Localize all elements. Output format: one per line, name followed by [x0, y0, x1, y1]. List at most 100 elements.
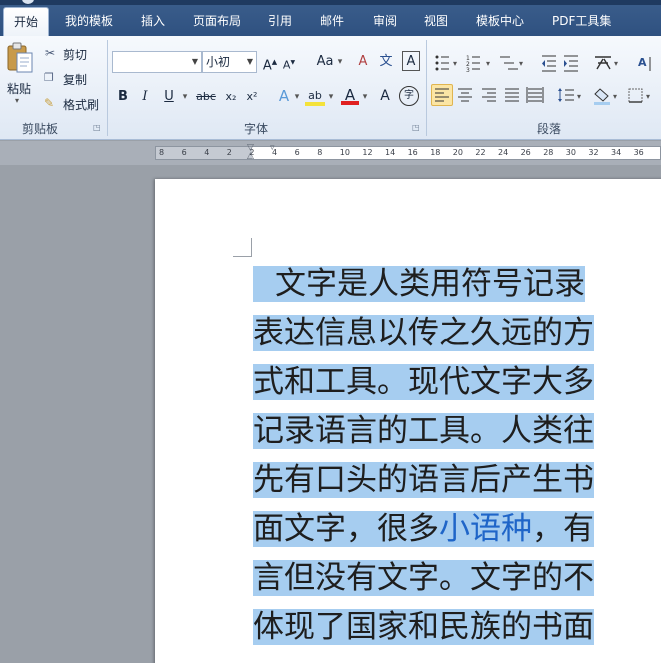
grow-font-button[interactable]: A▲ — [262, 52, 278, 74]
sort-icon[interactable]: A — [638, 56, 647, 69]
underline-button[interactable]: U — [162, 87, 176, 107]
tab-review[interactable]: 审阅 — [373, 7, 397, 36]
text-effects-dropdown-icon[interactable]: ▾ — [293, 87, 301, 107]
enclose-characters-button[interactable]: 字 — [399, 86, 419, 106]
highlight-dropdown-icon[interactable]: ▾ — [327, 87, 335, 107]
multilevel-list-icon[interactable] — [500, 56, 518, 70]
character-shading-button[interactable]: A — [377, 86, 393, 106]
align-left-button[interactable] — [431, 84, 453, 106]
document-line-2[interactable]: 表达信息以传之久远的方 — [253, 311, 594, 355]
font-color-label: A — [344, 86, 356, 104]
tab-page-layout[interactable]: 页面布局 — [193, 7, 241, 36]
italic-button[interactable]: I — [138, 87, 152, 107]
borders-dropdown-icon[interactable]: ▾ — [646, 92, 650, 101]
superscript-button[interactable]: x² — [243, 87, 261, 107]
document-line-1[interactable]: 文字是人类用符号记录 — [253, 262, 585, 306]
ruler-tick-label: 10 — [339, 148, 350, 157]
cut-icon[interactable]: ✂ — [45, 46, 55, 60]
selected-text: 记录语言的工具。人类往 — [253, 413, 594, 449]
selected-text: 言但没有文字。文字的不 — [253, 560, 594, 596]
align-center-icon[interactable] — [458, 88, 472, 102]
change-case-button[interactable]: Aa — [314, 52, 336, 72]
bullets-dropdown-icon[interactable]: ▾ — [453, 59, 457, 68]
decrease-indent-icon[interactable] — [542, 55, 556, 72]
subscript-button[interactable]: x₂ — [222, 87, 240, 107]
distributed-icon[interactable] — [526, 87, 544, 103]
paste-button[interactable]: 粘贴 — [7, 80, 31, 97]
paste-dropdown-arrow-icon[interactable]: ▾ — [15, 96, 19, 105]
tab-stop-marker-icon[interactable]: ▿ — [270, 143, 275, 153]
shrink-font-button[interactable]: A▼ — [282, 53, 296, 73]
strikethrough-button[interactable]: abc — [193, 87, 219, 107]
ruler-tick-label: 16 — [407, 148, 418, 157]
line-spacing-dropdown-icon[interactable]: ▾ — [577, 92, 581, 101]
ruler-tick-label: 6 — [181, 148, 187, 157]
borders-icon[interactable] — [628, 88, 643, 103]
tab-my-templates[interactable]: 我的模板 — [65, 7, 113, 36]
text-segment: 面文字，很多 — [253, 511, 439, 547]
copy-button[interactable]: 复制 — [63, 71, 87, 88]
tab-view[interactable]: 视图 — [424, 7, 448, 36]
ruler-tick-label: 34 — [611, 148, 622, 157]
hanging-indent-marker-icon[interactable]: △ — [247, 151, 254, 161]
justify-icon[interactable] — [505, 88, 519, 102]
multilevel-dropdown-icon[interactable]: ▾ — [519, 59, 523, 68]
document-line-6[interactable]: 面文字，很多小语种，有 — [253, 507, 594, 551]
font-color-button[interactable]: A — [341, 85, 359, 105]
highlight-label: ab — [308, 89, 322, 102]
tab-references[interactable]: 引用 — [268, 7, 292, 36]
font-size-dropdown-icon[interactable]: ▼ — [247, 52, 253, 72]
chinese-layout-icon[interactable] — [595, 56, 611, 70]
ruler-area: 8 6 4 2 2 4 6 8 10 12 14 16 18 20 22 24 26 28 30 32 34 36 ▽ △… — [0, 141, 661, 165]
paragraph-row2-icons: ▾ ▾ ▾ — [458, 87, 650, 105]
document-line-5[interactable]: 先有口头的语言后产生书 — [253, 458, 594, 502]
change-case-dropdown-icon[interactable]: ▾ — [336, 52, 344, 72]
line-spacing-icon[interactable] — [558, 88, 574, 102]
bullets-icon[interactable] — [435, 55, 450, 71]
clear-formatting-label: A — [358, 54, 368, 69]
font-color-dropdown-icon[interactable]: ▾ — [361, 87, 369, 107]
format-painter-icon[interactable]: ✎ — [44, 96, 54, 110]
align-right-icon[interactable] — [482, 88, 496, 102]
group-divider — [426, 40, 427, 136]
document-line-3[interactable]: 式和工具。现代文字大多 — [253, 360, 594, 404]
tab-pdf-tools[interactable]: PDF工具集 — [552, 7, 611, 36]
shading-dropdown-icon[interactable]: ▾ — [613, 92, 617, 101]
tab-insert[interactable]: 插入 — [141, 7, 165, 36]
phonetic-guide-button[interactable]: 文 — [376, 52, 396, 72]
document-line-8[interactable]: 体现了国家和民族的书面 — [253, 605, 594, 649]
hyperlink-small-languages[interactable]: 小语种 — [439, 511, 532, 547]
paragraph-group-label: 段落 — [537, 122, 562, 136]
text-effects-button[interactable]: A — [277, 86, 291, 106]
clipboard-dialog-launcher-icon[interactable]: ◳ — [93, 123, 101, 132]
numbering-dropdown-icon[interactable]: ▾ — [486, 59, 490, 68]
shading-icon[interactable] — [594, 88, 610, 105]
horizontal-ruler[interactable]: 8 6 4 2 2 4 6 8 10 12 14 16 18 20 22 24 26 28 30 32 34 36 — [155, 146, 661, 160]
format-painter-button[interactable]: 格式刷 — [63, 96, 99, 113]
document-line-7[interactable]: 言但没有文字。文字的不 — [253, 556, 594, 600]
tab-template-center[interactable]: 模板中心 — [476, 7, 524, 36]
ruler-tick-label: 14 — [385, 148, 396, 157]
tab-mailings[interactable]: 邮件 — [320, 7, 344, 36]
font-name-combo[interactable]: ▼ — [112, 51, 202, 73]
font-name-dropdown-icon[interactable]: ▼ — [192, 52, 198, 72]
copy-icon[interactable]: ❐ — [44, 71, 54, 84]
font-size-combo[interactable]: 小初 ▼ — [202, 51, 257, 73]
chinese-layout-dropdown-icon[interactable]: ▾ — [614, 59, 618, 68]
cut-button[interactable]: 剪切 — [63, 46, 87, 63]
clear-formatting-button[interactable]: A — [353, 52, 373, 72]
underline-dropdown-icon[interactable]: ▾ — [181, 87, 189, 107]
bold-button[interactable]: B — [116, 87, 130, 107]
paste-icon[interactable] — [6, 42, 34, 74]
numbering-icon[interactable]: 123 — [466, 55, 480, 73]
highlight-button[interactable]: ab — [305, 86, 325, 106]
selected-text: 面文字，很多小语种，有 — [253, 511, 594, 547]
tab-home[interactable]: 开始 — [3, 7, 50, 36]
document-line-4[interactable]: 记录语言的工具。人类往 — [253, 409, 594, 453]
font-dialog-launcher-icon[interactable]: ◳ — [412, 123, 420, 132]
character-border-button[interactable]: A — [402, 51, 420, 71]
selected-text: 先有口头的语言后产生书 — [253, 462, 594, 498]
increase-indent-icon[interactable] — [564, 55, 578, 72]
subscript-label: x₂ — [225, 90, 237, 103]
grow-font-label: A — [262, 58, 272, 74]
